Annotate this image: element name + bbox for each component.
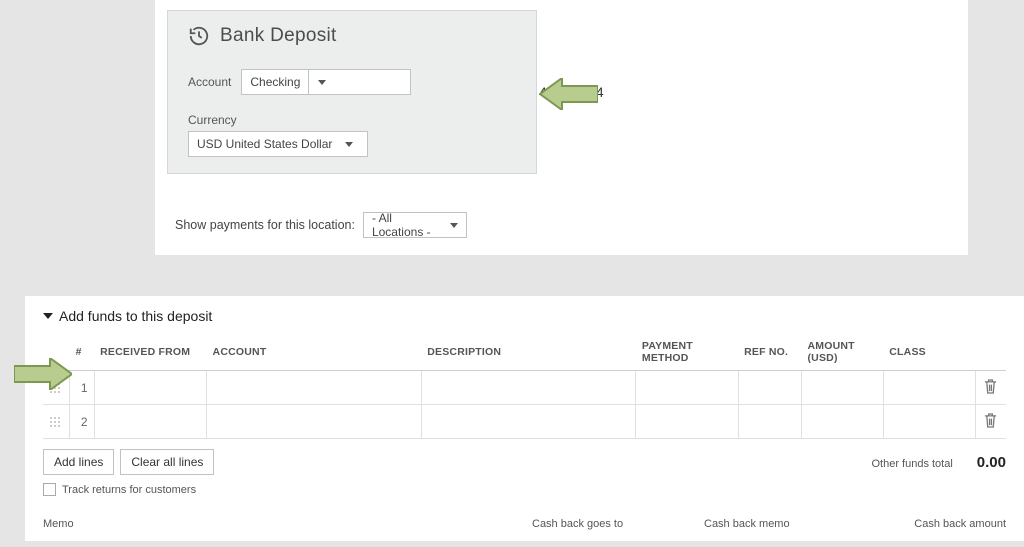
chevron-down-icon xyxy=(308,70,334,94)
col-description: DESCRIPTION xyxy=(421,334,636,371)
triangle-down-icon xyxy=(43,313,53,319)
location-select[interactable]: - All Locations - xyxy=(363,212,467,238)
account-select-value: Checking xyxy=(242,75,308,89)
col-amount: AMOUNT (USD) xyxy=(801,334,883,371)
col-payment-method: PAYMENT METHOD xyxy=(636,334,738,371)
cell-description[interactable] xyxy=(421,371,636,405)
chevron-down-icon xyxy=(450,223,458,228)
cell-ref-no[interactable] xyxy=(738,371,801,405)
delete-row-button[interactable] xyxy=(975,371,1006,405)
cell-account[interactable] xyxy=(207,371,422,405)
add-lines-button[interactable]: Add lines xyxy=(43,449,114,475)
currency-label: Currency xyxy=(188,113,237,127)
memo-label: Memo xyxy=(43,518,520,530)
row-number: 2 xyxy=(70,405,95,439)
cell-amount[interactable] xyxy=(801,371,883,405)
cell-received-from[interactable] xyxy=(94,371,206,405)
cell-class[interactable] xyxy=(883,405,975,439)
table-row[interactable]: 2 xyxy=(43,405,1006,439)
track-returns-label: Track returns for customers xyxy=(62,484,196,496)
col-received-from: RECEIVED FROM xyxy=(94,334,206,371)
currency-select-value: USD United States Dollar xyxy=(189,137,340,151)
col-num: # xyxy=(70,334,95,371)
history-icon xyxy=(188,25,210,47)
trash-icon xyxy=(984,413,997,428)
location-filter-label: Show payments for this location: xyxy=(175,218,355,232)
add-funds-section: Add funds to this deposit # RECEIVED FRO… xyxy=(25,296,1024,541)
cell-payment-method[interactable] xyxy=(636,371,738,405)
cell-description[interactable] xyxy=(421,405,636,439)
other-funds-total: 0.00 xyxy=(977,454,1006,471)
currency-select[interactable]: USD United States Dollar xyxy=(188,131,368,157)
cash-back-amount-label: Cash back amount xyxy=(876,518,1006,530)
funds-header-row: # RECEIVED FROM ACCOUNT DESCRIPTION PAYM… xyxy=(43,334,1006,371)
track-returns-checkbox[interactable] xyxy=(43,483,56,496)
drag-handle[interactable] xyxy=(43,405,70,439)
cell-received-from[interactable] xyxy=(94,405,206,439)
callout-arrow-row xyxy=(14,358,72,390)
cell-class[interactable] xyxy=(883,371,975,405)
cell-payment-method[interactable] xyxy=(636,405,738,439)
cash-back-memo-label: Cash back memo xyxy=(704,518,864,530)
account-select[interactable]: Checking xyxy=(241,69,411,95)
cell-ref-no[interactable] xyxy=(738,405,801,439)
funds-table: # RECEIVED FROM ACCOUNT DESCRIPTION PAYM… xyxy=(43,334,1006,439)
cell-account[interactable] xyxy=(207,405,422,439)
delete-row-button[interactable] xyxy=(975,405,1006,439)
row-number: 1 xyxy=(70,371,95,405)
cell-amount[interactable] xyxy=(801,405,883,439)
col-class: CLASS xyxy=(883,334,975,371)
account-label: Account xyxy=(188,75,231,89)
add-funds-title: Add funds to this deposit xyxy=(59,308,212,324)
page-title: Bank Deposit xyxy=(220,25,337,47)
chevron-down-icon xyxy=(340,132,358,156)
track-returns-row[interactable]: Track returns for customers xyxy=(43,483,1006,496)
add-funds-toggle[interactable]: Add funds to this deposit xyxy=(43,308,1006,324)
table-row[interactable]: 1 xyxy=(43,371,1006,405)
cash-back-goes-to-label: Cash back goes to xyxy=(532,518,692,530)
col-ref-no: REF NO. xyxy=(738,334,801,371)
bank-deposit-card: Bank Deposit Account Checking Currency U… xyxy=(155,0,968,255)
callout-arrow-account xyxy=(540,78,598,110)
deposit-box: Bank Deposit Account Checking Currency U… xyxy=(167,10,537,174)
other-funds-label: Other funds total xyxy=(871,458,952,470)
clear-all-lines-button[interactable]: Clear all lines xyxy=(120,449,214,475)
col-account: ACCOUNT xyxy=(207,334,422,371)
trash-icon xyxy=(984,379,997,394)
location-select-value: - All Locations - xyxy=(372,211,442,239)
